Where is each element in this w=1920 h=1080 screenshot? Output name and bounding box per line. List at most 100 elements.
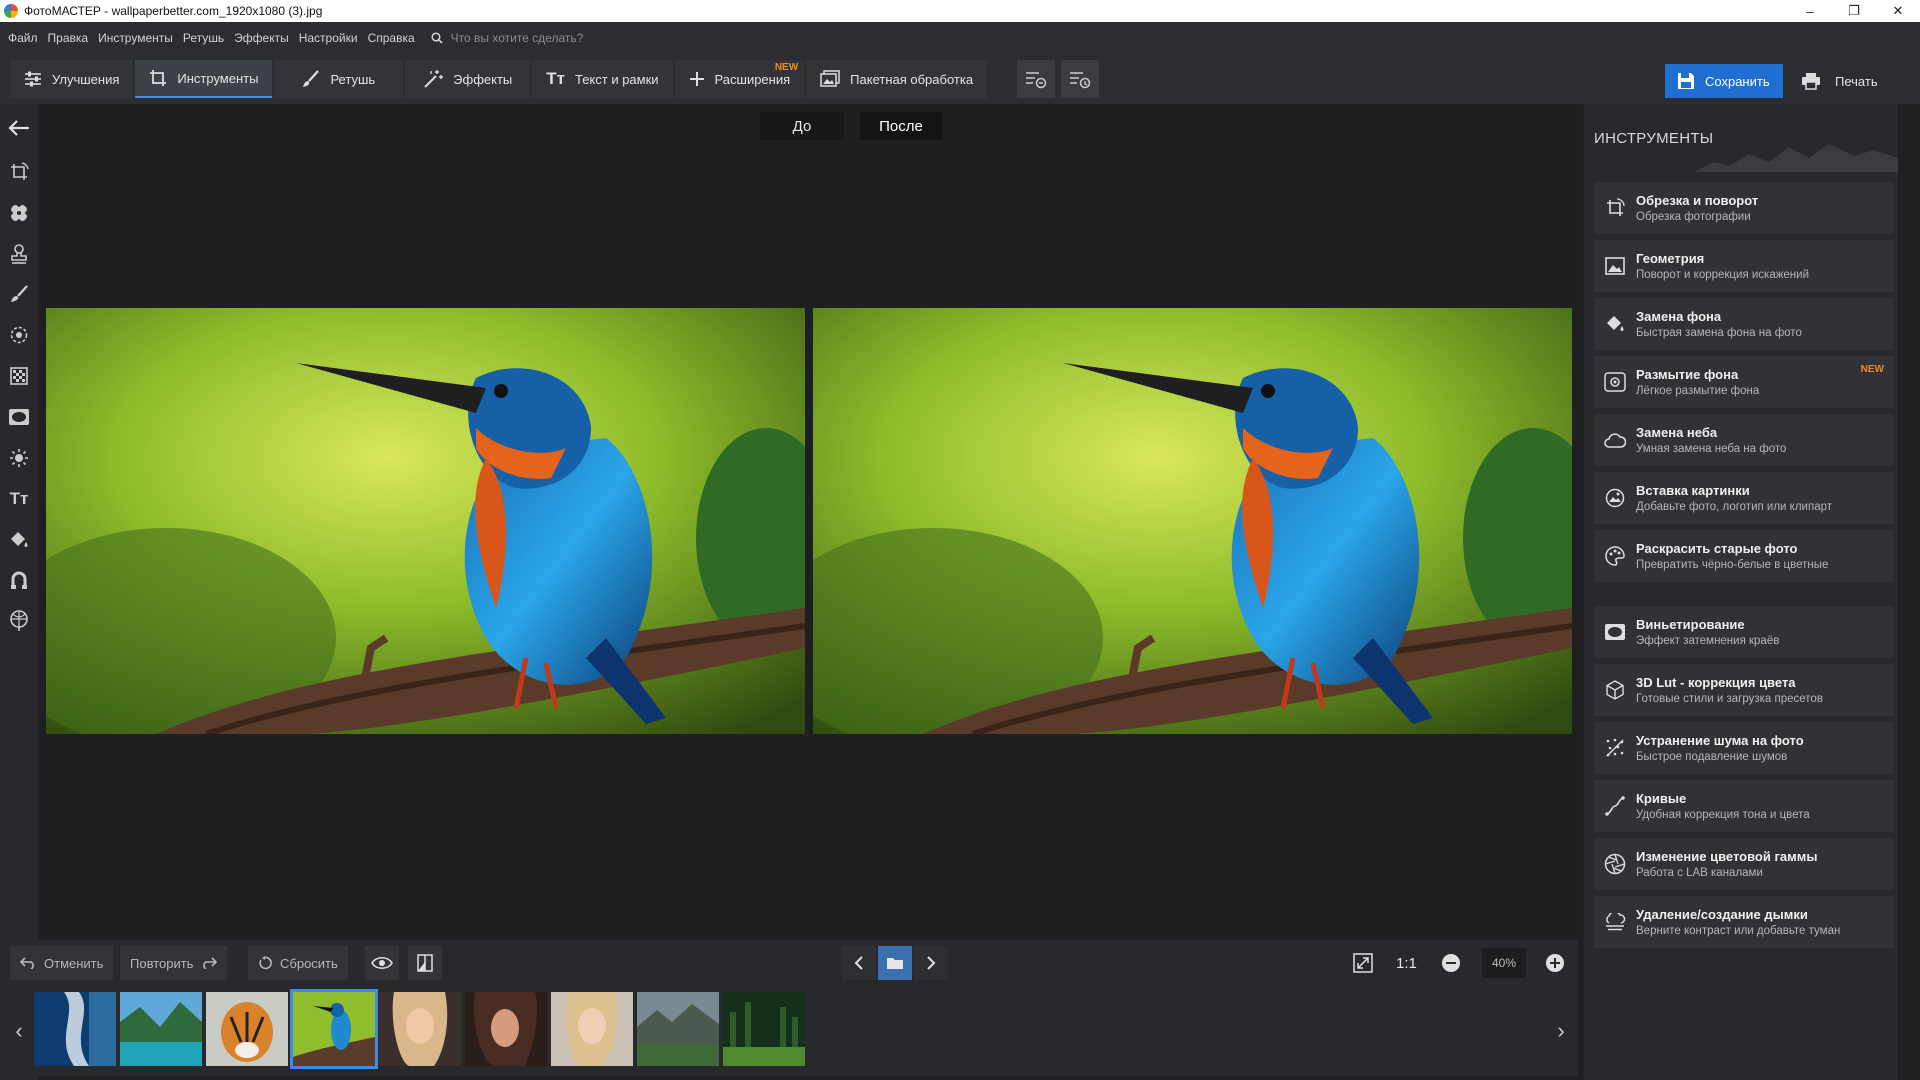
tool-curves[interactable]: Кривые Удобная коррекция тона и цвета — [1594, 780, 1894, 832]
curves-icon — [1605, 796, 1625, 816]
tool-subtitle: Готовые стили и загрузка пресетов — [1636, 693, 1823, 705]
thumbnail[interactable] — [723, 992, 805, 1066]
thumbnail[interactable] — [637, 992, 719, 1066]
menu-retouch[interactable]: Ретушь — [183, 31, 232, 45]
tool-sky-replace[interactable]: Замена неба Умная замена неба на фото — [1594, 414, 1894, 466]
prev-image-button[interactable] — [842, 946, 876, 980]
before-label[interactable]: До — [760, 112, 844, 140]
panel-scrollbar[interactable] — [1898, 104, 1904, 1080]
folder-icon — [887, 958, 903, 969]
haze-icon — [1606, 913, 1626, 931]
back-arrow-icon[interactable] — [7, 116, 31, 140]
tool-background-blur[interactable]: Размытие фона Лёгкое размытие фона NEW — [1594, 356, 1894, 408]
brightness-sun-icon[interactable] — [7, 446, 31, 470]
search-box[interactable]: Что вы хотите сделать? — [431, 31, 584, 45]
filmstrip-prev-button[interactable]: ‹ — [2, 986, 36, 1076]
redo-button[interactable]: Повторить — [120, 946, 228, 980]
tab-effects[interactable]: Эффекты — [405, 60, 531, 98]
photo-after[interactable] — [813, 308, 1572, 734]
tool-vignette[interactable]: Виньетирование Эффект затемнения краёв — [1594, 606, 1894, 658]
tool-title: Раскрасить старые фото — [1636, 541, 1798, 556]
chevron-left-icon — [854, 956, 863, 970]
menu-tools[interactable]: Инструменты — [98, 31, 181, 45]
main-toolbar: Улучшения Инструменты Ретушь Эффекты Tт … — [0, 54, 1920, 104]
tab-batch-processing[interactable]: Пакетная обработка — [806, 60, 988, 98]
healing-patch-icon[interactable] — [7, 201, 31, 225]
preview-eye-button[interactable] — [365, 946, 399, 980]
palette-icon — [1605, 546, 1625, 566]
after-label[interactable]: После — [860, 112, 942, 140]
thumbnail[interactable] — [120, 992, 202, 1066]
thumbnail[interactable] — [379, 992, 461, 1066]
stamp-icon[interactable] — [7, 242, 31, 266]
menu-help[interactable]: Справка — [368, 31, 423, 45]
mountain-decoration — [1694, 144, 1904, 172]
lasso-icon[interactable] — [7, 568, 31, 592]
close-button[interactable]: ✕ — [1876, 0, 1920, 22]
crop-rotate-icon — [1607, 198, 1625, 216]
thumbnail[interactable] — [551, 992, 633, 1066]
print-button[interactable]: Печать — [1787, 64, 1905, 98]
undo-button[interactable]: Отменить — [10, 946, 114, 980]
vignette-tool-icon[interactable] — [7, 405, 31, 429]
tab-tools[interactable]: Инструменты — [135, 60, 273, 98]
crop-rotate-tool-icon[interactable] — [7, 160, 31, 184]
tool-subtitle: Работа с LAB каналами — [1636, 867, 1763, 879]
reset-label: Сбросить — [280, 955, 338, 971]
zoom-out-button[interactable] — [1434, 946, 1468, 980]
tab-label: Ретушь — [330, 71, 376, 87]
globe-pin-icon[interactable] — [7, 609, 31, 633]
thumbnail-selected[interactable] — [290, 989, 378, 1069]
tool-subtitle: Быстрая замена фона на фото — [1636, 327, 1802, 339]
menu-effects[interactable]: Эффекты — [234, 31, 297, 45]
photo-canvas[interactable]: До После — [42, 104, 1576, 940]
redo-arrow-icon — [203, 957, 218, 969]
crop-icon — [150, 70, 167, 86]
open-folder-button[interactable] — [878, 946, 912, 980]
tool-insert-image[interactable]: Вставка картинки Добавьте фото, логотип и… — [1594, 472, 1894, 524]
history-back-button[interactable] — [1017, 60, 1056, 98]
save-button[interactable]: Сохранить — [1665, 64, 1783, 98]
menu-edit[interactable]: Правка — [48, 31, 97, 45]
next-image-button[interactable] — [914, 946, 948, 980]
tab-text-frames[interactable]: Tт Текст и рамки — [532, 60, 673, 98]
reset-button[interactable]: Сбросить — [248, 946, 348, 980]
tab-enhancements[interactable]: Улучшения — [10, 60, 134, 98]
brush-tool-icon[interactable] — [7, 282, 31, 306]
thumbnail[interactable] — [206, 992, 288, 1066]
search-placeholder: Что вы хотите сделать? — [450, 31, 584, 45]
tool-background-replace[interactable]: Замена фона Быстрая замена фона на фото — [1594, 298, 1894, 350]
tool-title: Геометрия — [1636, 251, 1705, 266]
zoom-in-button[interactable] — [1538, 946, 1572, 980]
tool-geometry[interactable]: Геометрия Поворот и коррекция искажений — [1594, 240, 1894, 292]
tools-panel: ИНСТРУМЕНТЫ Обрезка и поворот Обрезка фот… — [1584, 104, 1904, 1080]
gradient-filter-icon[interactable] — [7, 364, 31, 388]
zoom-value[interactable]: 40% — [1482, 948, 1526, 978]
photo-before[interactable] — [46, 308, 805, 734]
tool-title: Обрезка и поворот — [1636, 193, 1759, 208]
maximize-button[interactable]: ❐ — [1832, 0, 1876, 22]
tool-dehaze[interactable]: Удаление/создание дымки Верните контраст … — [1594, 896, 1894, 948]
radial-filter-icon[interactable] — [7, 323, 31, 347]
tool-3d-lut[interactable]: 3D Lut - коррекция цвета Готовые стили и … — [1594, 664, 1894, 716]
cloud-icon — [1604, 433, 1626, 448]
menu-file[interactable]: Файл — [8, 31, 46, 45]
filmstrip-next-button[interactable]: › — [1544, 986, 1578, 1076]
zoom-one-to-one[interactable]: 1:1 — [1396, 948, 1417, 978]
tool-denoise[interactable]: Устранение шума на фото Быстрое подавлени… — [1594, 722, 1894, 774]
history-forward-button[interactable] — [1061, 60, 1100, 98]
tool-colorize[interactable]: Раскрасить старые фото Превратить чёрно-б… — [1594, 530, 1894, 582]
fill-bucket-icon[interactable] — [7, 528, 31, 552]
tool-color-gamut[interactable]: Изменение цветовой гаммы Работа с LAB кан… — [1594, 838, 1894, 890]
fit-screen-button[interactable] — [1346, 946, 1380, 980]
tool-crop-rotate[interactable]: Обрезка и поворот Обрезка фотографии — [1594, 182, 1894, 234]
text-tool-icon[interactable]: Tт — [7, 487, 31, 511]
window-title: ФотоМАСТЕР - wallpaperbetter.com_1920x10… — [24, 4, 323, 18]
minimize-button[interactable]: – — [1788, 0, 1832, 22]
menu-settings[interactable]: Настройки — [299, 31, 366, 45]
tab-extensions[interactable]: Расширения NEW — [674, 60, 805, 98]
thumbnail[interactable] — [465, 992, 547, 1066]
tab-retouch[interactable]: Ретушь — [274, 60, 404, 98]
thumbnail[interactable] — [34, 992, 116, 1066]
compare-view-button[interactable] — [408, 946, 442, 980]
